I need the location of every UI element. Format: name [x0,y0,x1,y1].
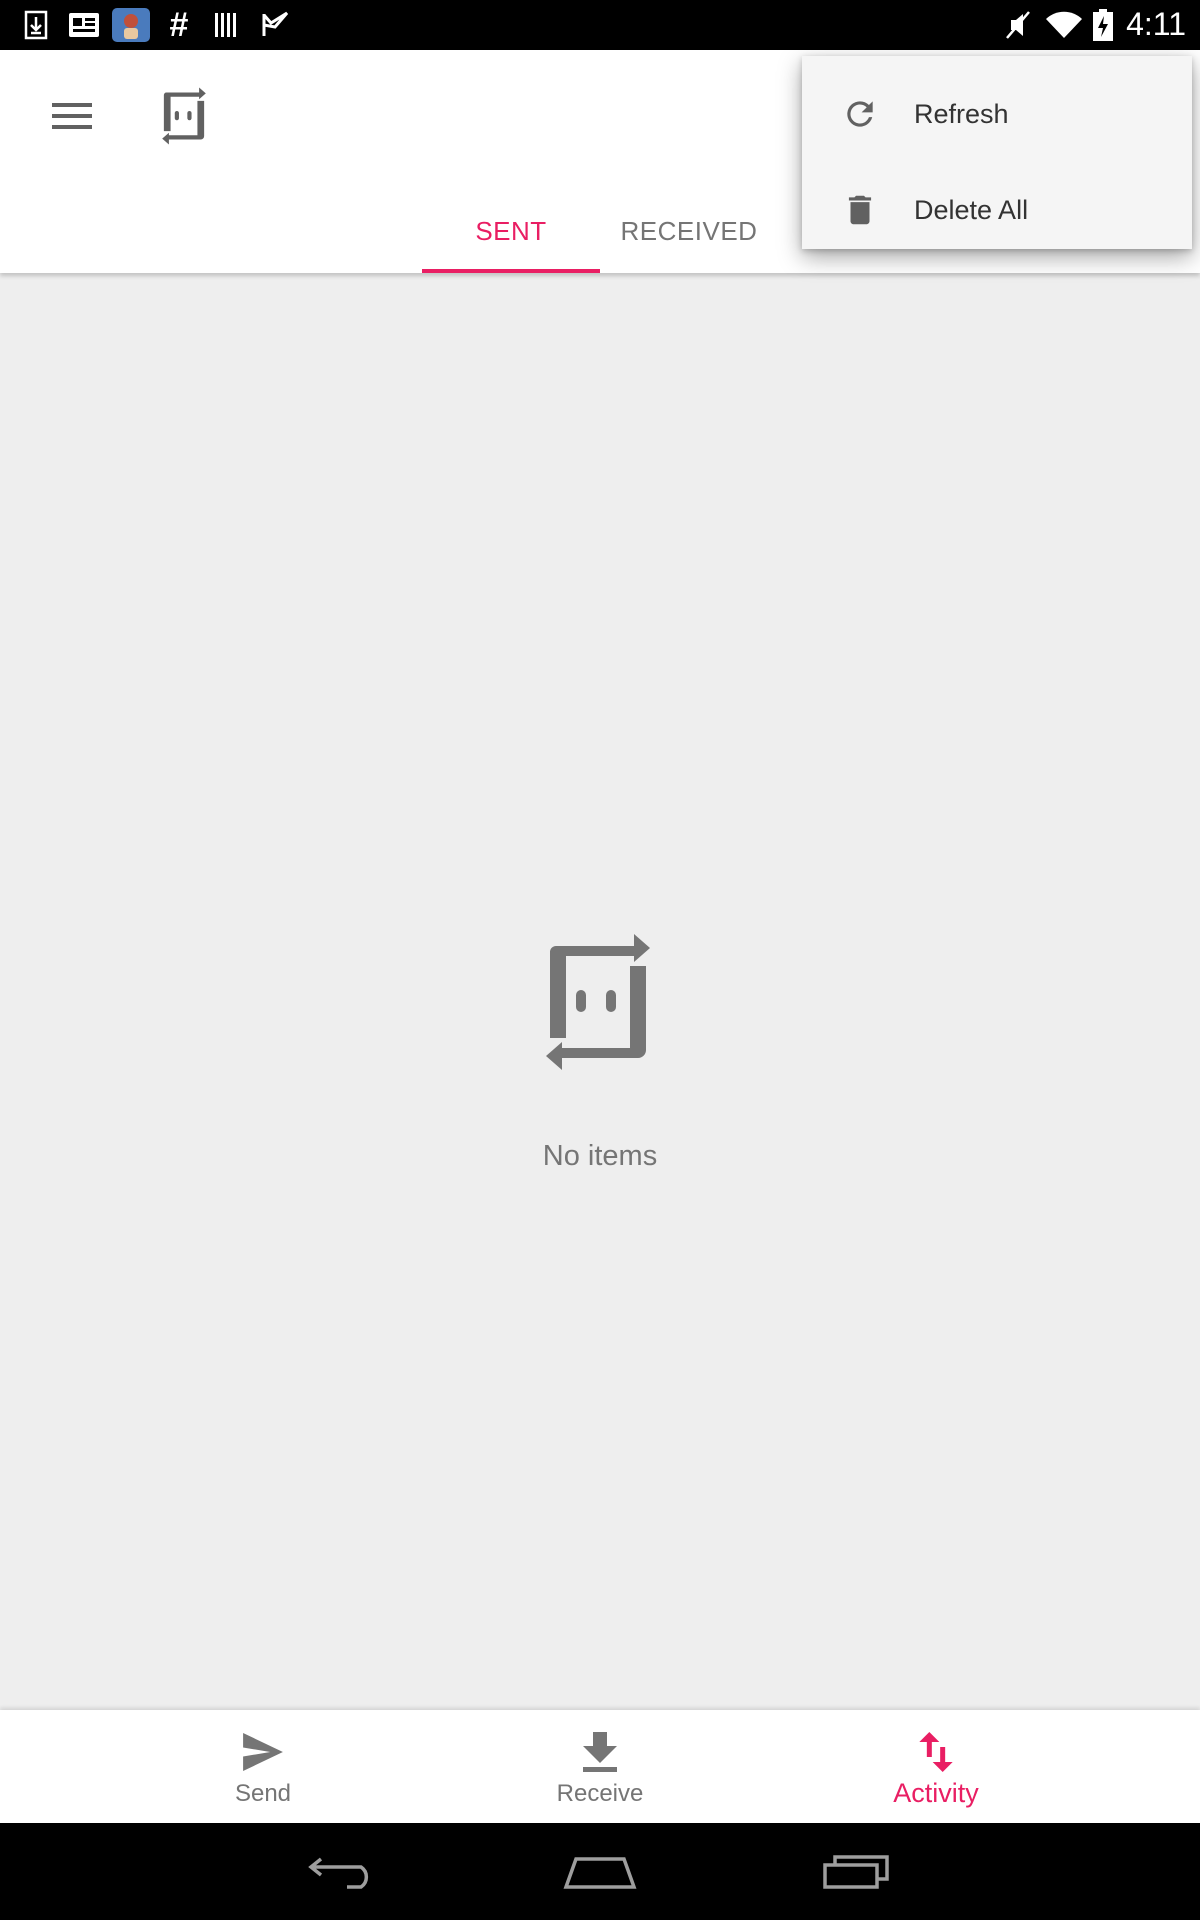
tab-bar: SENT RECEIVED [422,190,778,273]
back-icon[interactable] [298,1843,388,1899]
menu-item-delete-all-label: Delete All [914,194,1029,225]
download-icon [576,1730,624,1774]
tab-received-label: RECEIVED [620,216,758,246]
nav-send[interactable]: Send [163,1710,363,1823]
hamburger-icon[interactable] [44,88,100,144]
status-time: 4:11 [1126,6,1186,42]
nav-send-label: Send [234,1780,292,1807]
menu-item-refresh[interactable]: Refresh [802,66,1192,162]
app-logo-icon [158,86,210,146]
refresh-icon [840,94,880,134]
nav-activity-label: Activity [893,1778,979,1808]
wifi-icon [1044,8,1084,42]
overflow-menu: Refresh Delete All [802,56,1192,249]
empty-state-text: No items [542,1140,658,1172]
bottom-navigation: Send Receive Activity [0,1710,1200,1823]
hashtag-icon: # [169,5,189,44]
news-icon [68,8,100,42]
check-flag-icon [260,8,292,42]
tab-indicator [422,269,600,273]
nav-receive-label: Receive [556,1780,644,1807]
send-icon [239,1730,287,1774]
swap-arrows-icon [912,1730,960,1774]
download-icon [22,8,50,42]
mute-icon [1002,8,1032,42]
tab-received[interactable]: RECEIVED [600,190,778,273]
status-bar: # 4:11 [0,0,1200,50]
nav-activity[interactable]: Activity [836,1710,1036,1823]
menu-item-refresh-label: Refresh [914,98,1009,129]
menu-item-delete-all[interactable]: Delete All [802,162,1192,258]
recent-apps-icon[interactable] [812,1843,902,1899]
tab-sent[interactable]: SENT [422,190,600,273]
empty-state-icon [536,932,660,1072]
tab-sent-label: SENT [475,216,547,246]
trash-icon [840,190,880,230]
barcode-icon [212,8,242,42]
app-avatar-icon [112,8,150,42]
home-icon[interactable] [555,1843,645,1899]
system-navigation-bar [0,1823,1200,1920]
nav-receive[interactable]: Receive [500,1710,700,1823]
battery-icon [1092,8,1114,42]
